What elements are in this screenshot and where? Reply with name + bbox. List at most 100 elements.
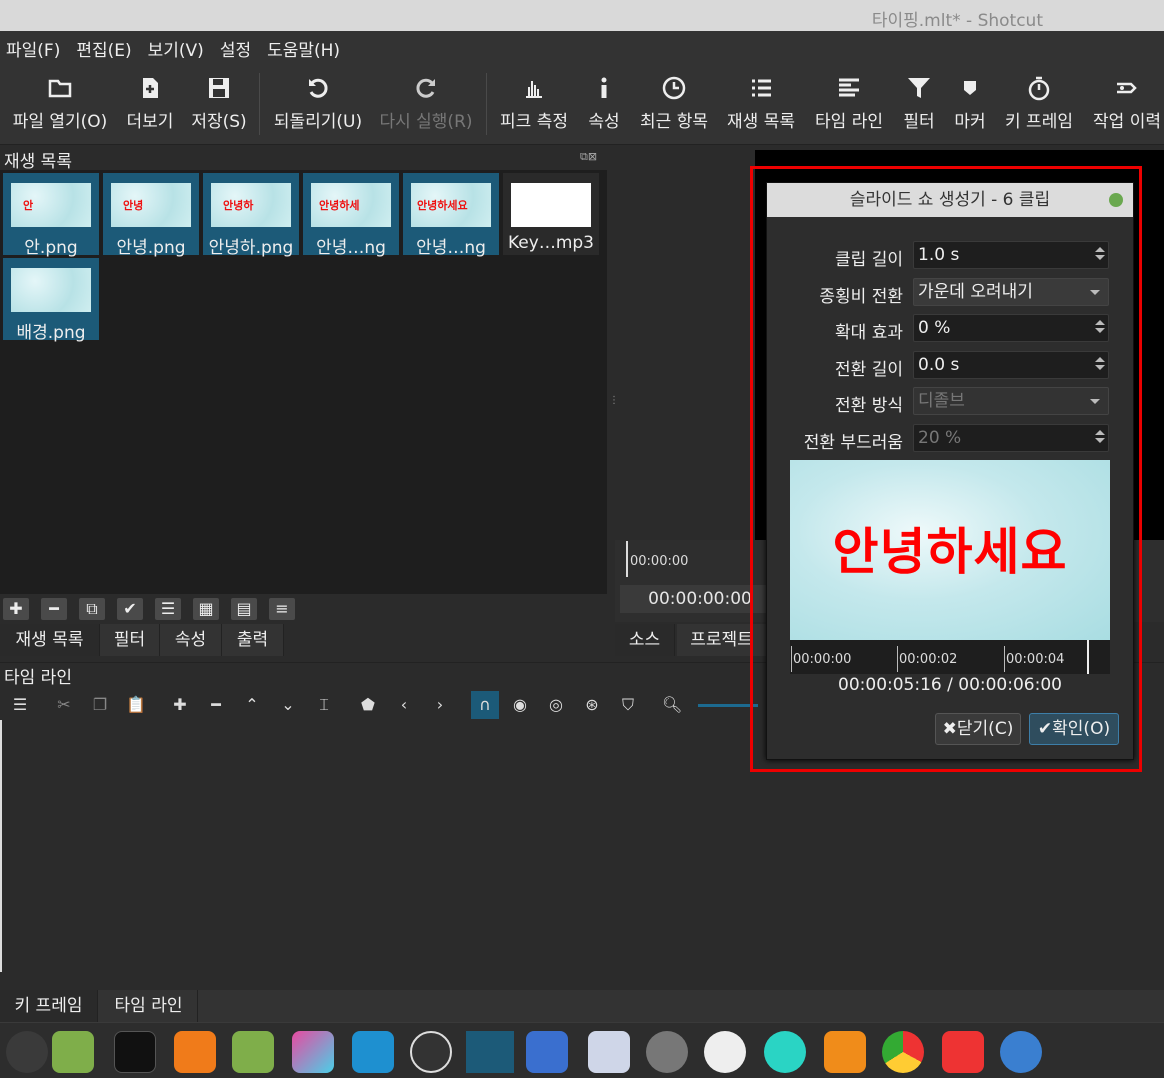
check-icon[interactable]: ✔ [117, 598, 143, 620]
detail-view-icon[interactable]: ▤ [231, 598, 257, 620]
overwrite-icon[interactable]: ⌄ [278, 695, 298, 715]
split-icon[interactable]: ⌶ [314, 695, 334, 715]
shotcut-icon[interactable] [466, 1031, 514, 1073]
clip-name: 안녕.png [116, 238, 186, 258]
menu-help[interactable]: 도움말(H) [267, 36, 340, 61]
peak-meter-button[interactable]: 피크 측정 [494, 65, 574, 145]
jobs-button[interactable]: 작업 이력 [1086, 65, 1164, 145]
redo-button[interactable]: 다시 실행(R) [374, 65, 478, 145]
krita-bird-icon[interactable] [764, 1031, 806, 1073]
openshot-icon[interactable] [1000, 1031, 1042, 1073]
softness-spinbox[interactable]: 20 % [913, 424, 1109, 452]
tab-export[interactable]: 출력 [222, 624, 284, 656]
transition-type-select[interactable]: 디졸브 [913, 387, 1109, 415]
prev-marker-icon[interactable]: ‹ [394, 695, 414, 715]
close-icon[interactable] [1109, 193, 1123, 207]
files-icon[interactable] [52, 1031, 94, 1073]
playlist-clip[interactable]: Key…mp3 [503, 173, 599, 255]
append-icon[interactable]: ✚ [170, 695, 190, 715]
timeline-playhead[interactable] [0, 720, 2, 972]
tab-properties[interactable]: 속성 [160, 624, 222, 656]
spinner-arrows-icon[interactable] [1094, 427, 1106, 449]
text-editor-icon[interactable] [588, 1031, 630, 1073]
spinner-arrows-icon[interactable] [1094, 354, 1106, 376]
obs-icon[interactable] [410, 1031, 452, 1073]
spinner-arrows-icon[interactable] [1094, 244, 1106, 266]
playlist-toolbar: ✚ ━ ⧉ ✔ ☰ ▦ ▤ ≡ [0, 596, 607, 622]
playlist-clip[interactable]: 안녕 안녕.png [103, 173, 199, 258]
next-marker-icon[interactable]: › [430, 695, 450, 715]
zoom-out-icon[interactable]: 🔍︎ [662, 695, 682, 715]
playlist-clip[interactable]: 안녕하세 안녕…ng [303, 173, 399, 258]
ripple-all-icon[interactable]: ⊛ [582, 695, 602, 715]
menu-icon[interactable]: ☰ [10, 695, 30, 715]
spinner-arrows-icon[interactable] [1094, 317, 1106, 339]
zoom-slider[interactable] [698, 704, 758, 707]
aspect-select[interactable]: 가운데 오려내기 [913, 278, 1109, 306]
grid-view-icon[interactable]: ▦ [193, 598, 219, 620]
playlist-clip[interactable]: 안 안.png [3, 173, 99, 258]
menu-view[interactable]: 보기(V) [148, 36, 204, 61]
add-icon[interactable]: ✚ [3, 598, 29, 620]
remove-icon[interactable]: ━ [206, 695, 226, 715]
menu-file[interactable]: 파일(F) [6, 36, 60, 61]
cut-icon[interactable]: ✂ [54, 695, 74, 715]
playhead[interactable] [626, 541, 628, 577]
clip-length-spinbox[interactable]: 1.0 s [913, 241, 1109, 269]
ripple-icon[interactable]: ◎ [546, 695, 566, 715]
kdenlive-icon[interactable] [526, 1031, 568, 1073]
filter-button[interactable]: 필터 [896, 65, 942, 145]
folder-icon[interactable] [232, 1031, 274, 1073]
firefox-icon[interactable] [824, 1031, 866, 1073]
menu-settings[interactable]: 설정 [220, 36, 251, 61]
more-button[interactable]: 더보기 [118, 65, 182, 145]
zoom-spinbox[interactable]: 0 % [913, 314, 1109, 342]
update-icon[interactable]: ⧉ [79, 598, 105, 620]
properties-button[interactable]: 속성 [580, 65, 628, 145]
krita-icon[interactable] [292, 1031, 334, 1073]
mint-menu-icon[interactable] [6, 1031, 48, 1073]
ripple-markers-icon[interactable]: ⛉ [618, 695, 638, 715]
copy-icon[interactable]: ❐ [90, 695, 110, 715]
splitter-handle[interactable]: ⋮ [609, 395, 619, 406]
playlist-clip[interactable]: 안녕하세요 안녕…ng [403, 173, 499, 258]
close-button[interactable]: ✖닫기(C) [935, 713, 1021, 745]
chromium-icon[interactable] [646, 1031, 688, 1073]
snap-icon[interactable]: ∩ [471, 691, 499, 719]
save-button[interactable]: 저장(S) [186, 65, 252, 145]
tab-keyframes[interactable]: 키 프레임 [0, 990, 98, 1022]
gimp-icon[interactable] [942, 1031, 984, 1073]
menu-edit[interactable]: 편집(E) [76, 36, 131, 61]
undo-button[interactable]: 되돌리기(U) [266, 65, 370, 145]
list-view-icon[interactable]: ☰ [155, 598, 181, 620]
tab-source[interactable]: 소스 [615, 624, 675, 656]
keyframes-button[interactable]: 키 프레임 [998, 65, 1080, 145]
clip-thumbnail [511, 183, 591, 227]
blender-icon[interactable] [174, 1031, 216, 1073]
preview-playhead[interactable] [1087, 640, 1089, 674]
recent-button[interactable]: 최근 항목 [634, 65, 714, 145]
marker-button[interactable]: 마커 [948, 65, 992, 145]
playlist-clip[interactable]: 안녕하 안녕하.png [203, 173, 299, 258]
ok-button[interactable]: ✔확인(O) [1029, 713, 1119, 745]
tab-timeline[interactable]: 타임 라인 [100, 990, 198, 1022]
inkscape-icon[interactable] [704, 1031, 746, 1073]
playlist-button[interactable]: 재생 목록 [720, 65, 802, 145]
marker-icon[interactable]: ⬟ [358, 695, 378, 715]
remove-icon[interactable]: ━ [41, 598, 67, 620]
playlist-clip[interactable]: 배경.png [3, 258, 99, 343]
chrome-icon[interactable] [882, 1031, 924, 1073]
timeline-button[interactable]: 타임 라인 [808, 65, 890, 145]
tab-playlist[interactable]: 재생 목록 [0, 624, 100, 656]
open-file-button[interactable]: 파일 열기(O) [6, 65, 114, 145]
terminal-icon[interactable] [114, 1031, 156, 1073]
paste-icon[interactable]: 📋 [126, 695, 146, 715]
scrub-icon[interactable]: ◉ [510, 695, 530, 715]
lift-icon[interactable]: ⌃ [242, 695, 262, 715]
shotwell-icon[interactable] [352, 1031, 394, 1073]
panel-float-close-icon[interactable]: ⧉⊠ [580, 150, 597, 164]
preview-ruler[interactable]: 00:00:00 00:00:02 00:00:04 [790, 640, 1110, 674]
tab-filter[interactable]: 필터 [100, 624, 160, 656]
menu-icon[interactable]: ≡ [269, 598, 295, 620]
transition-length-spinbox[interactable]: 0.0 s [913, 351, 1109, 379]
